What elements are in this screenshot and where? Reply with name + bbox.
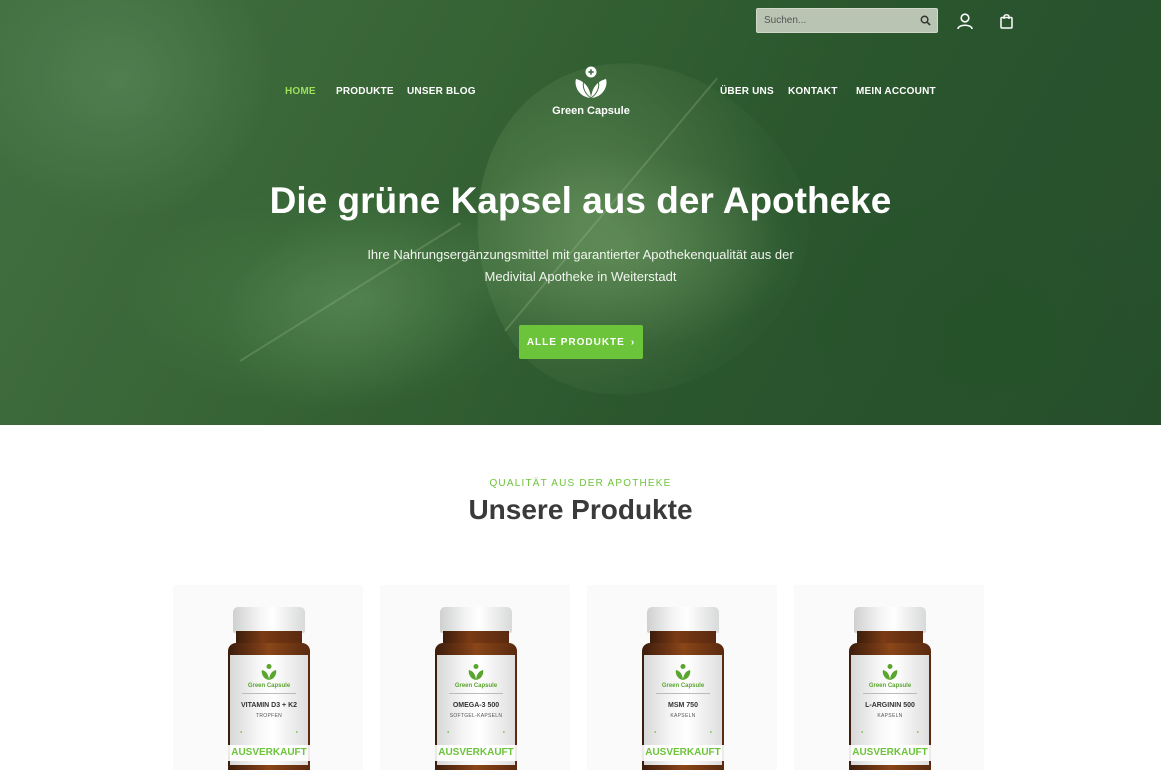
label-badges: ● ● xyxy=(447,729,505,737)
search-icon xyxy=(920,15,931,26)
vegan-badge-icon: ● xyxy=(240,729,243,734)
gluten-free-badge-icon: ● xyxy=(502,729,505,734)
hero-title: Die grüne Kapsel aus der Apotheke xyxy=(269,180,892,221)
search-button[interactable] xyxy=(913,9,937,32)
product-card[interactable]: Green Capsule OMEGA-3 500 SOFTGEL-KAPSEL… xyxy=(380,585,570,770)
leaf-capsule-icon xyxy=(675,664,691,680)
hero-section: HOME PRODUKTE UNSER BLOG Green Capsule Ü… xyxy=(0,0,1161,425)
chevron-right-icon: › xyxy=(630,336,636,348)
user-icon xyxy=(957,12,973,29)
leaf-capsule-icon xyxy=(261,664,277,680)
logo-text: Green Capsule xyxy=(552,105,630,117)
bottle-cap xyxy=(647,607,719,633)
label-divider xyxy=(242,693,296,694)
search-bar xyxy=(756,8,938,33)
nav-mein-account[interactable]: MEIN ACCOUNT xyxy=(856,86,936,97)
label-badges: ● ● xyxy=(861,729,919,737)
sold-out-badge: AUSVERKAUFT xyxy=(228,745,310,761)
label-badges: ● ● xyxy=(240,729,298,737)
label-divider xyxy=(449,693,503,694)
vegan-badge-icon: ● xyxy=(861,729,864,734)
bottle-cap xyxy=(233,607,305,633)
label-brand: Green Capsule xyxy=(454,683,498,689)
hero-subtitle-line: Medivital Apotheke in Weiterstadt xyxy=(484,269,677,284)
sold-out-badge: AUSVERKAUFT xyxy=(642,745,724,761)
nav-produkte[interactable]: PRODUKTE xyxy=(336,86,394,97)
logo[interactable]: Green Capsule xyxy=(548,63,634,121)
nav-kontakt[interactable]: KONTAKT xyxy=(788,86,838,97)
product-card[interactable]: Green Capsule L-ARGININ 500 KAPSELN ● ● … xyxy=(794,585,984,770)
hero-subtitle: Ihre Nahrungsergänzungsmittel mit garant… xyxy=(330,244,831,288)
label-product-type: SOFTGEL-KAPSELN xyxy=(449,713,503,719)
product-card[interactable]: Green Capsule VITAMIN D3 + K2 TROPFEN ● … xyxy=(173,585,363,770)
search-input[interactable] xyxy=(757,9,913,32)
label-divider xyxy=(656,693,710,694)
section-title: Unsere Produkte xyxy=(468,494,693,525)
label-product-type: KAPSELN xyxy=(877,713,903,719)
account-button[interactable] xyxy=(955,11,975,31)
nav-ueber-uns[interactable]: ÜBER UNS xyxy=(720,86,774,97)
bottle-cap xyxy=(440,607,512,633)
bottle-cap xyxy=(854,607,926,633)
all-products-button[interactable]: ALLE PRODUKTE › xyxy=(519,325,643,359)
nav-home[interactable]: HOME xyxy=(285,86,316,97)
label-brand: Green Capsule xyxy=(661,683,705,689)
vegan-badge-icon: ● xyxy=(654,729,657,734)
product-card[interactable]: Green Capsule MSM 750 KAPSELN ● ● AUSVER… xyxy=(587,585,777,770)
section-eyebrow: QUALITÄT AUS DER APOTHEKE xyxy=(489,478,672,489)
sold-out-badge: AUSVERKAUFT xyxy=(435,745,517,761)
gluten-free-badge-icon: ● xyxy=(295,729,298,734)
leaf-capsule-icon xyxy=(882,664,898,680)
label-product-name: VITAMIN D3 + K2 xyxy=(240,702,298,709)
label-brand: Green Capsule xyxy=(868,683,912,689)
all-products-label: ALLE PRODUKTE xyxy=(526,336,625,348)
label-product-name: L-ARGININ 500 xyxy=(865,702,915,709)
label-product-name: MSM 750 xyxy=(668,702,698,709)
hero-subtitle-line: Ihre Nahrungsergänzungsmittel mit garant… xyxy=(367,247,794,262)
label-product-type: TROPFEN xyxy=(256,713,282,719)
nav-unser-blog[interactable]: UNSER BLOG xyxy=(407,86,476,97)
sold-out-badge: AUSVERKAUFT xyxy=(849,745,931,761)
label-divider xyxy=(863,693,917,694)
vegan-badge-icon: ● xyxy=(447,729,450,734)
cart-button[interactable] xyxy=(996,11,1016,31)
label-product-type: KAPSELN xyxy=(670,713,696,719)
gluten-free-badge-icon: ● xyxy=(709,729,712,734)
label-brand: Green Capsule xyxy=(247,683,291,689)
gluten-free-badge-icon: ● xyxy=(916,729,919,734)
label-badges: ● ● xyxy=(654,729,712,737)
leaf-capsule-icon xyxy=(575,66,607,99)
leaf-capsule-icon xyxy=(468,664,484,680)
label-product-name: OMEGA-3 500 xyxy=(452,702,500,709)
shopping-bag-icon xyxy=(999,14,1013,29)
